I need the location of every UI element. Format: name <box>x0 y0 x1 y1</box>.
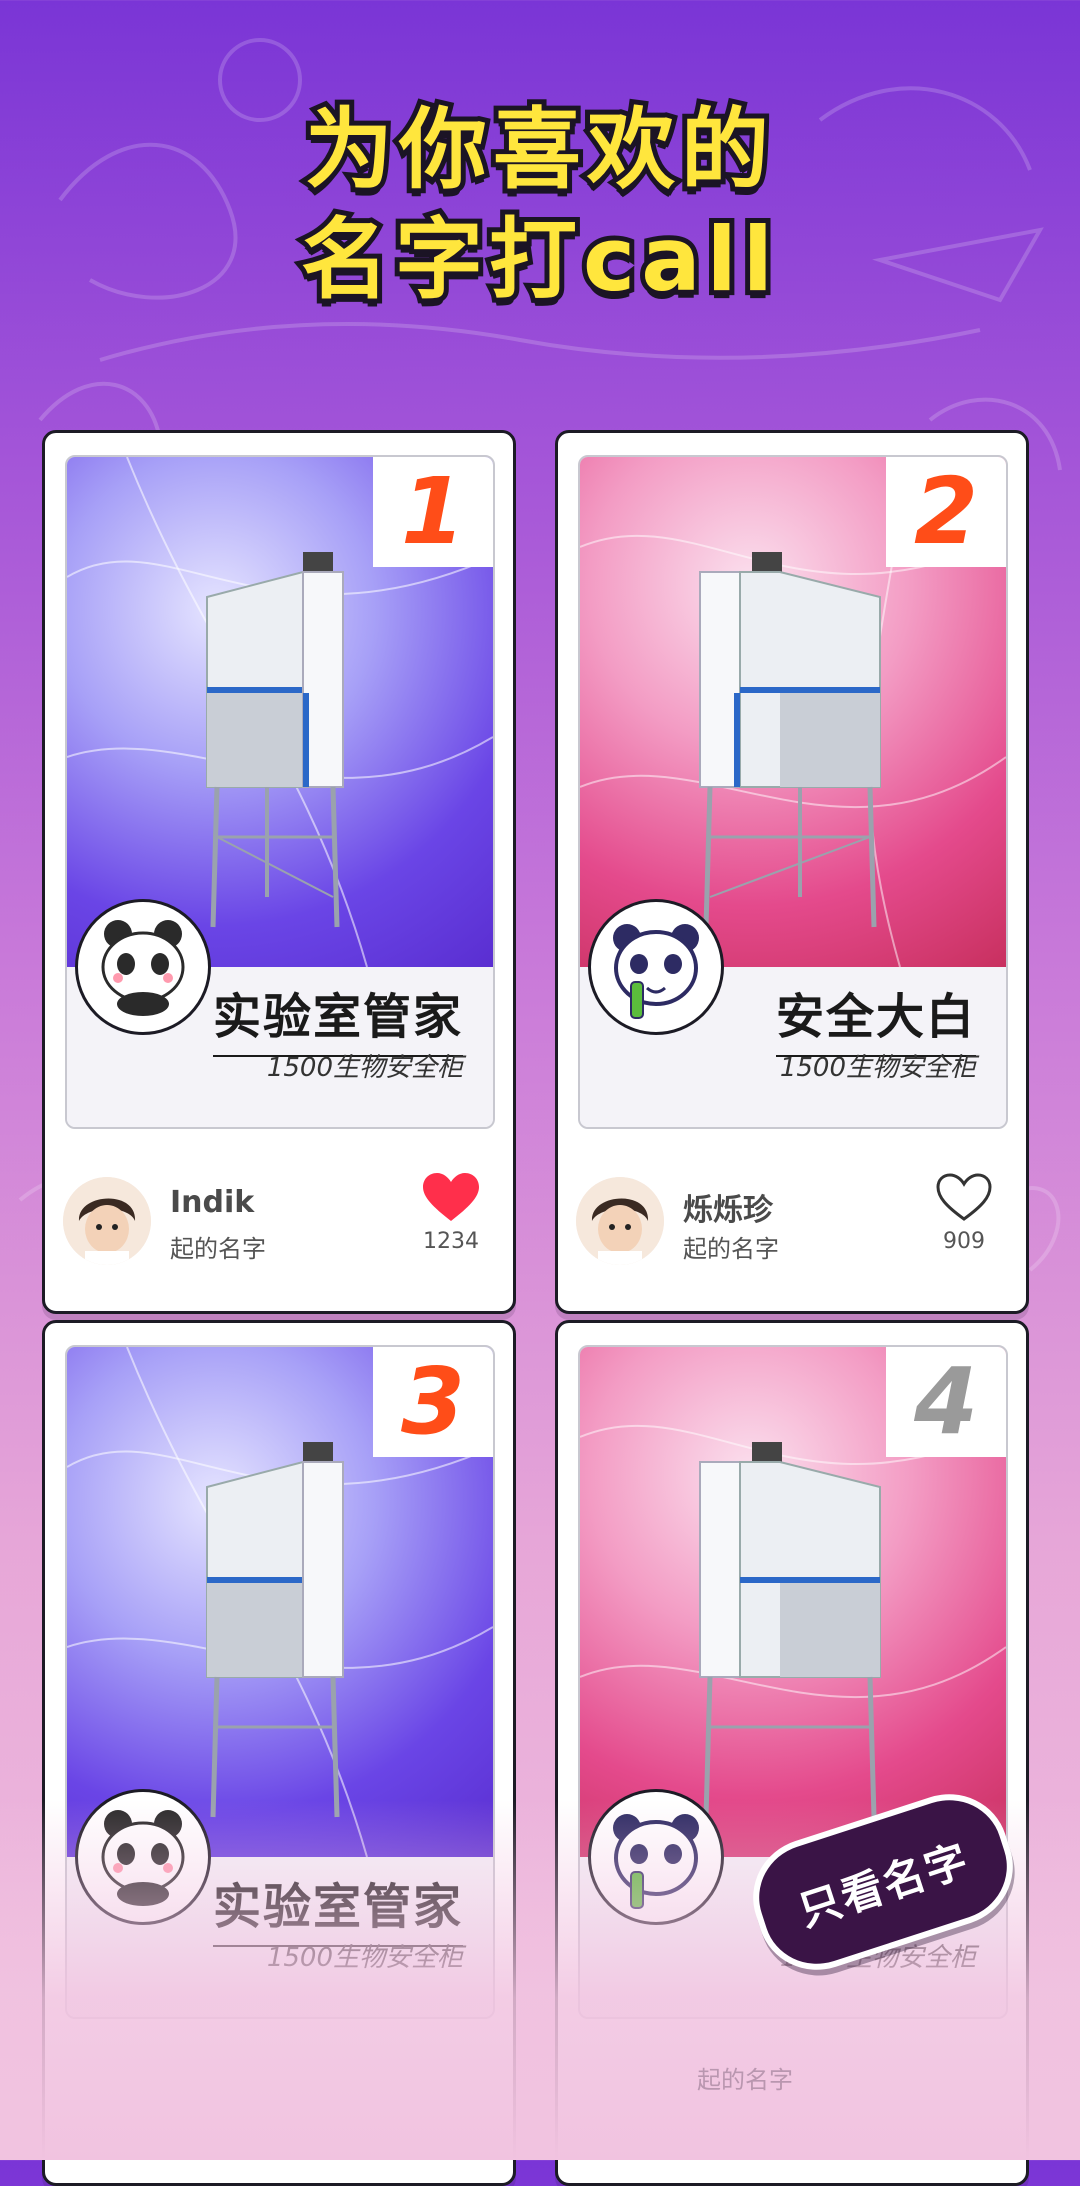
rank-badge: 2 <box>886 457 1006 567</box>
product-photo: 3 <box>67 1347 493 1857</box>
name-card-1[interactable]: 1 实验室管家 1500生物安全柜 Indik 起的名字 1234 <box>42 430 516 1314</box>
rank-badge: 3 <box>373 1347 493 1457</box>
rank-number: 2 <box>913 458 978 565</box>
safety-cabinet-image <box>206 1442 344 1818</box>
product-photo: 1 <box>67 457 493 967</box>
user-avatar[interactable] <box>63 1177 151 1265</box>
product-name: 1500生物安全柜 <box>266 1053 463 1083</box>
user-subtitle: 起的名字 <box>170 1235 266 1263</box>
panda-mascot-icon <box>75 1789 211 1925</box>
user-name: Indik <box>170 1185 255 1220</box>
name-card-2[interactable]: 2 安全大白 1500生物安全柜 烁烁珍 起的名字 909 <box>555 430 1029 1314</box>
suggested-name: 实验室管家 <box>212 977 463 1057</box>
product-photo: 2 <box>580 457 1006 967</box>
headline-line2: 名字打call <box>296 203 779 316</box>
panda-mascot-icon <box>75 899 211 1035</box>
panda-mascot-icon <box>588 1789 724 1925</box>
card-footer: 烁烁珍 起的名字 909 <box>558 1143 1026 1293</box>
user-avatar[interactable] <box>576 1177 664 1265</box>
rank-badge: 1 <box>373 457 493 567</box>
card-poster: 1 实验室管家 1500生物安全柜 <box>65 455 495 1129</box>
name-card-3[interactable]: 3 实验室管家 1500生物安全柜 <box>42 1320 516 2186</box>
faded-user-subtitle: 起的名字 <box>697 2066 793 2094</box>
card-poster: 3 实验室管家 1500生物安全柜 <box>65 1345 495 2019</box>
headline-line1: 为你喜欢的 <box>300 93 775 206</box>
suggested-name: 实验室管家 <box>212 1867 463 1947</box>
only-show-names-label: 只看名字 <box>792 1834 976 1936</box>
card-footer: Indik 起的名字 1234 <box>45 1143 513 1293</box>
name-card-4[interactable]: 4 1500生物安全柜 <box>555 1320 1029 2186</box>
like-count: 1234 <box>423 1229 479 1254</box>
suggested-name: 安全大白 <box>775 977 976 1057</box>
rank-number: 3 <box>400 1348 465 1455</box>
user-subtitle: 起的名字 <box>683 1235 779 1263</box>
safety-cabinet-image <box>699 552 881 928</box>
panda-mascot-icon <box>588 899 724 1035</box>
rank-number: 1 <box>400 458 465 565</box>
card-poster: 2 安全大白 1500生物安全柜 <box>578 455 1008 1129</box>
heart-filled-icon <box>423 1173 479 1221</box>
like-button[interactable]: 909 <box>924 1173 1004 1254</box>
like-button[interactable]: 1234 <box>411 1173 491 1254</box>
safety-cabinet-image <box>699 1442 881 1818</box>
product-photo: 4 <box>580 1347 1006 1857</box>
safety-cabinet-image <box>206 552 344 928</box>
product-name: 1500生物安全柜 <box>266 1943 463 1973</box>
rank-badge: 4 <box>886 1347 1006 1457</box>
headline: 为你喜欢的 名字打call <box>0 93 1080 316</box>
product-name: 1500生物安全柜 <box>779 1053 976 1083</box>
user-name: 烁烁珍 <box>683 1193 773 1228</box>
like-count: 909 <box>943 1229 985 1254</box>
rank-number: 4 <box>913 1348 978 1455</box>
heart-outline-icon <box>936 1173 992 1221</box>
